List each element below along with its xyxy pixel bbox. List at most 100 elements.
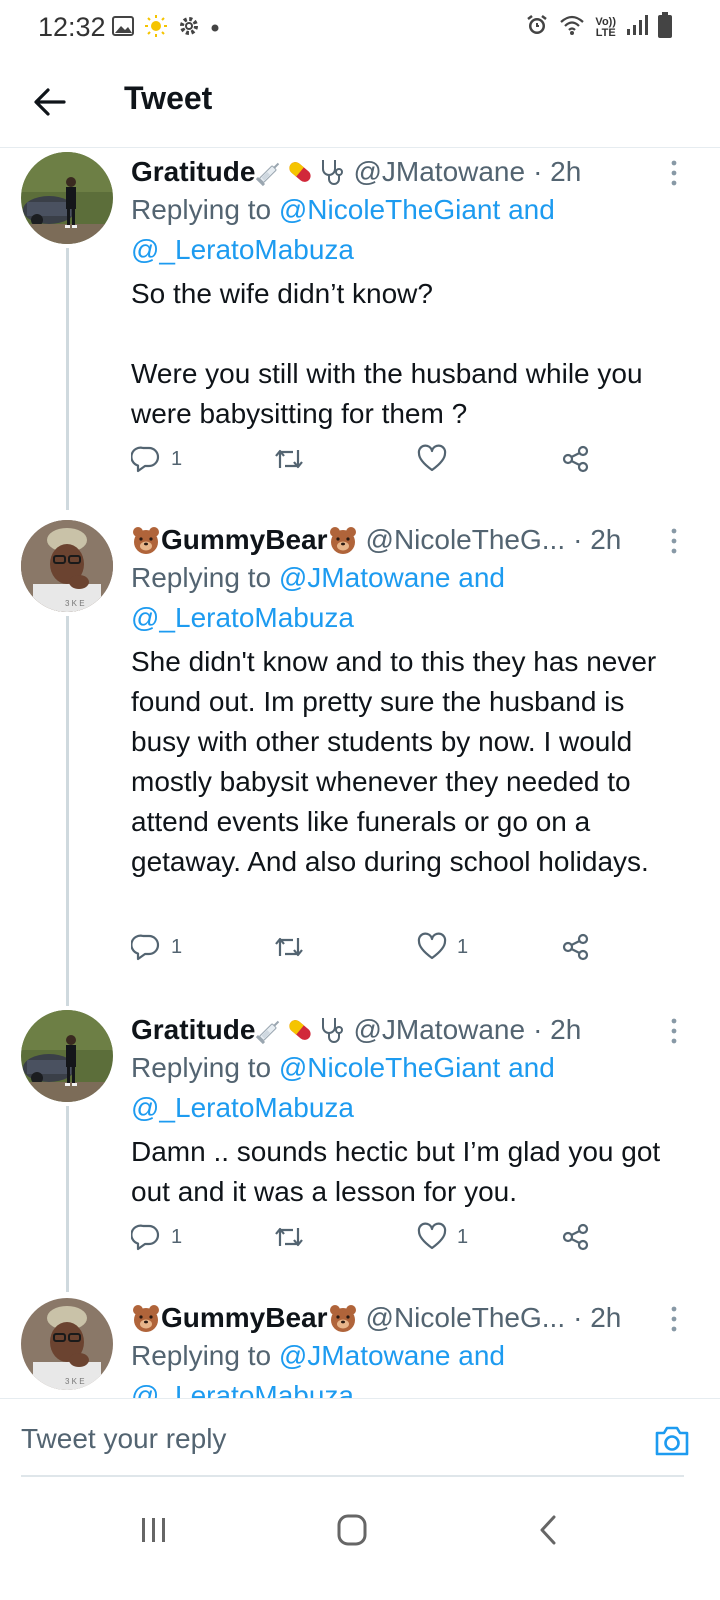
avatar[interactable]: 3 K E [21,1298,113,1390]
avatar[interactable] [21,1010,113,1102]
reply-button[interactable]: 1 [131,932,182,962]
reply-composer: Tweet your reply [0,1398,720,1480]
reply-count: 1 [171,935,183,958]
bear-face-icon [329,527,356,554]
replying-to-and: and [458,562,505,593]
wifi-icon [559,14,585,41]
back-nav-button[interactable] [528,1510,572,1550]
mention-link[interactable]: @NicoleTheGiant [279,1052,500,1083]
tweet-actions: 1 1 [131,1222,601,1262]
display-name[interactable]: GummyBear [131,1300,358,1336]
retweet-button[interactable] [273,1222,315,1252]
display-name-text: Gratitude [131,156,256,187]
replying-to-prefix: Replying to [131,1052,272,1083]
composer-divider [21,1475,684,1477]
display-name[interactable]: Gratitude [131,1012,345,1048]
reply-count: 1 [171,1225,183,1248]
tweet-header: Gratitude @JMatowane · 2h [131,1012,581,1048]
mention-link[interactable]: @JMatowane [279,562,451,593]
more-vertical-icon [671,528,677,554]
reply-icon [131,934,160,961]
heart-icon [417,1222,447,1250]
app-header: Tweet [0,56,720,148]
share-button[interactable] [561,932,591,962]
user-handle[interactable]: @NicoleTheG... [366,522,566,558]
tweet-header: Gratitude @JMatowane · 2h [131,154,581,190]
mention-link[interactable]: @_LeratoMabuza [131,602,354,633]
bear-face-icon [133,527,159,554]
gallery-icon [112,16,134,41]
syringe-icon [256,162,280,187]
mention-link[interactable]: @JMatowane [279,1340,451,1371]
sun-icon [144,14,168,43]
camera-icon [655,1426,689,1456]
avatar[interactable] [21,152,113,244]
mention-link[interactable]: @_LeratoMabuza [131,1380,354,1398]
volte-top-label: Vo)) [595,15,616,28]
tweet-header: GummyBear @NicoleTheG... · 2h [131,522,621,558]
bear-face-icon [329,1305,356,1332]
display-name[interactable]: GummyBear [131,522,358,558]
reply-button[interactable]: 1 [131,1222,182,1252]
more-options-button[interactable] [668,1016,680,1046]
retweet-button[interactable] [273,444,315,474]
back-button[interactable] [28,80,72,124]
retweet-button[interactable] [273,932,315,962]
tweet-text-blank-line [131,314,691,354]
like-button[interactable]: 1 [417,1222,468,1252]
camera-button[interactable] [652,1421,692,1461]
pill-icon [289,1020,312,1040]
status-left-icons [112,14,220,43]
tweet-item[interactable]: 3 K E GummyBear @NicoleTheG... · 2h Repl… [0,1298,720,1398]
user-handle[interactable]: @JMatowane [353,1012,525,1048]
like-count: 1 [457,935,469,958]
tweet-text-line: Were you still with the husband while yo… [131,358,643,429]
replying-to-and: and [508,194,555,225]
tweet-item[interactable]: Gratitude @JMatowane · 2h Replying to @N… [0,1010,720,1290]
more-options-button[interactable] [668,1304,680,1334]
volte-bottom-label: LTE [595,26,616,39]
reply-button[interactable]: 1 [131,444,182,474]
recent-apps-button[interactable] [132,1510,176,1550]
like-button[interactable] [417,444,457,474]
share-button[interactable] [561,1222,591,1252]
mention-link[interactable]: @_LeratoMabuza [131,1092,354,1123]
share-icon [562,445,589,473]
status-right-icons: Vo)) LTE [525,12,672,43]
more-vertical-icon [671,1018,677,1044]
mention-link[interactable]: @NicoleTheGiant [279,194,500,225]
display-name[interactable]: Gratitude [131,154,345,190]
tweet-time: · 2h [573,524,622,555]
user-handle[interactable]: @JMatowane [353,154,525,190]
tweet-time: · 2h [573,1302,622,1333]
more-options-button[interactable] [668,526,680,556]
tweet-item[interactable]: Gratitude @JMatowane · 2h Replying to @N… [0,152,720,512]
recent-apps-icon [142,1518,165,1542]
back-icon [540,1515,556,1545]
retweet-icon [275,1227,303,1247]
reply-icon [131,1224,160,1251]
avatar[interactable]: 3 K E [21,520,113,612]
svg-text:3 K E: 3 K E [65,1377,85,1386]
replying-to: Replying to @JMatowane and @_LeratoMabuz… [131,1336,691,1398]
replying-to: Replying to @NicoleTheGiant and @_Lerato… [131,1048,691,1128]
replying-to-and: and [458,1340,505,1371]
syringe-icon [256,1020,280,1045]
display-name-text: GummyBear [161,524,328,555]
reply-input[interactable]: Tweet your reply [21,1423,226,1455]
retweet-icon [275,449,303,469]
battery-icon [658,12,672,43]
user-handle[interactable]: @NicoleTheG... [366,1300,566,1336]
home-button[interactable] [330,1510,374,1550]
share-button[interactable] [561,444,591,474]
like-button[interactable]: 1 [417,932,468,962]
tweet-item[interactable]: 3 K E GummyBear @NicoleTheG... · 2h Repl… [0,520,720,1000]
tweet-thread[interactable]: Gratitude @JMatowane · 2h Replying to @N… [0,148,720,1398]
more-options-button[interactable] [668,158,680,188]
share-icon [562,1223,589,1251]
volte-icon: Vo)) LTE [595,15,616,39]
display-name-text: GummyBear [161,1302,328,1333]
svg-text:3 K E: 3 K E [65,599,85,608]
mention-link[interactable]: @_LeratoMabuza [131,234,354,265]
stethoscope-icon [322,160,344,185]
